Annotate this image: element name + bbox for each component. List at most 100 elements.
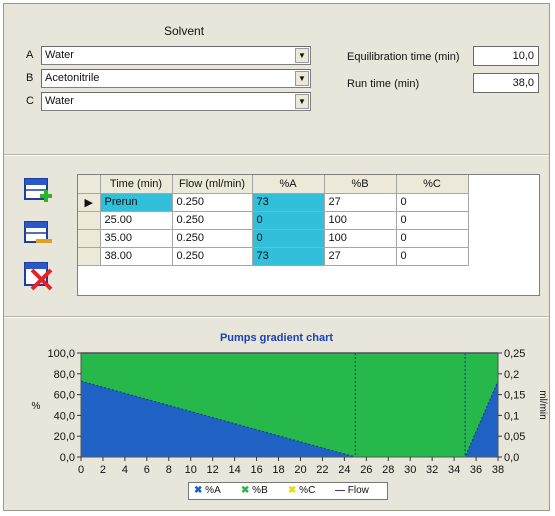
gradient-chart: 0,0 20,0 40,0 60,0 80,0 100,0 0,0 0,05 0,1 0,15 0,…	[32, 348, 548, 476]
y-tick-label: 80,0	[54, 369, 75, 381]
column-header-b[interactable]: %B	[324, 175, 397, 194]
column-header-flow[interactable]: Flow (ml/min)	[172, 175, 253, 194]
add-row-button[interactable]	[22, 176, 54, 208]
column-header-time[interactable]: Time (min)	[100, 175, 173, 194]
x-tick-label: 24	[338, 464, 350, 476]
y-tick-label: 20,0	[54, 431, 75, 443]
x-tick-label: 32	[426, 464, 438, 476]
gradient-editor-panel: Solvent A Water ▼ B Acetonitrile ▼ C Wat…	[3, 3, 550, 511]
legend-label-a: %A	[205, 485, 221, 496]
table-cell[interactable]: 73	[252, 193, 325, 212]
table-row[interactable]: ▶ Prerun 0.250 73 27 0	[78, 193, 469, 212]
gradient-table-grid: Time (min) Flow (ml/min) %A %B %C ▶ Prer…	[78, 175, 469, 266]
x-tick-label: 22	[316, 464, 328, 476]
x-tick-label: 14	[229, 464, 241, 476]
remove-row-button[interactable]	[22, 219, 54, 251]
table-cell[interactable]: 100	[324, 211, 397, 230]
row-indicator	[78, 229, 101, 248]
y2-tick-label: 0,2	[504, 369, 519, 381]
legend-label-b: %B	[252, 485, 268, 496]
y-tick-label: 0,0	[60, 452, 75, 464]
run-time-label: Run time (min)	[347, 78, 420, 90]
chart-title: Pumps gradient chart	[219, 332, 334, 344]
table-row[interactable]: 25.00 0.250 0 100 0	[78, 211, 469, 230]
solvent-c-select[interactable]: Water ▼	[41, 92, 311, 111]
add-row-icon	[24, 178, 52, 202]
remove-row-icon	[24, 221, 52, 243]
run-time-input[interactable]: 38,0	[473, 73, 539, 93]
solvent-a-select[interactable]: Water ▼	[41, 46, 311, 65]
solvent-c-value: Water	[45, 95, 74, 107]
y-tick-label: 100,0	[47, 348, 75, 360]
legend-swatch-c-icon: ✖	[288, 485, 297, 496]
chevron-down-icon[interactable]: ▼	[295, 94, 309, 109]
y2-tick-label: 0,0	[504, 452, 519, 464]
y2-tick-label: 0,15	[504, 390, 525, 402]
table-cell[interactable]: 0	[396, 229, 469, 248]
table-cell[interactable]: 0	[252, 211, 325, 230]
chevron-down-icon[interactable]: ▼	[295, 48, 309, 63]
column-header-a[interactable]: %A	[252, 175, 325, 194]
table-cell[interactable]: 0	[396, 193, 469, 212]
solvent-a-letter: A	[26, 49, 34, 61]
legend-item-b: ✖ %B	[241, 485, 268, 496]
solvent-b-letter: B	[26, 72, 34, 84]
table-cell[interactable]: 73	[252, 247, 325, 266]
legend-item-a: ✖ %A	[194, 485, 221, 496]
table-cell[interactable]: 0.250	[172, 247, 253, 266]
x-tick-label: 2	[100, 464, 106, 476]
x-tick-label: 12	[207, 464, 219, 476]
row-indicator	[78, 247, 101, 266]
x-tick-label: 0	[78, 464, 84, 476]
y2-tick-label: 0,05	[504, 431, 525, 443]
row-indicator	[78, 211, 101, 230]
legend-swatch-flow-icon: —	[335, 485, 345, 496]
solvent-b-value: Acetonitrile	[45, 72, 100, 84]
table-cell[interactable]: 27	[324, 247, 397, 266]
equilibration-time-label: Equilibration time (min)	[347, 51, 460, 63]
table-cell[interactable]: 0.250	[172, 193, 253, 212]
chart-legend: ✖ %A ✖ %B ✖ %C — Flow	[188, 482, 388, 500]
x-tick-label: 10	[185, 464, 197, 476]
section-divider	[4, 316, 549, 318]
table-header-row: Time (min) Flow (ml/min) %A %B %C	[78, 175, 469, 194]
y-tick-label: 60,0	[54, 390, 75, 402]
x-tick-label: 38	[492, 464, 504, 476]
solvent-b-select[interactable]: Acetonitrile ▼	[41, 69, 311, 88]
equilibration-time-input[interactable]: 10,0	[473, 46, 539, 66]
x-tick-label: 6	[144, 464, 150, 476]
table-cell[interactable]: 0	[396, 211, 469, 230]
legend-item-c: ✖ %C	[288, 485, 315, 496]
solvent-a-value: Water	[45, 49, 74, 61]
column-header-c[interactable]: %C	[396, 175, 469, 194]
x-tick-label: 28	[382, 464, 394, 476]
table-cell[interactable]: 27	[324, 193, 397, 212]
x-tick-label: 34	[448, 464, 460, 476]
table-row[interactable]: 35.00 0.250 0 100 0	[78, 229, 469, 248]
table-cell[interactable]: 100	[324, 229, 397, 248]
solvent-c-letter: C	[26, 95, 34, 107]
legend-item-flow: — Flow	[335, 485, 369, 496]
table-cell[interactable]: 35.00	[100, 229, 173, 248]
x-tick-label: 16	[250, 464, 262, 476]
x-tick-label: 36	[470, 464, 482, 476]
legend-label-flow: Flow	[347, 485, 369, 496]
table-cell[interactable]: 0	[252, 229, 325, 248]
legend-swatch-a-icon: ✖	[194, 485, 203, 496]
solvent-title: Solvent	[164, 24, 205, 38]
x-tick-label: 8	[166, 464, 172, 476]
y2-axis-label: ml/min	[537, 390, 548, 419]
y2-tick-label: 0,1	[504, 410, 519, 422]
table-cell[interactable]: 0.250	[172, 229, 253, 248]
delete-button[interactable]	[22, 260, 54, 292]
table-cell[interactable]: 0	[396, 247, 469, 266]
table-cell[interactable]: 0.250	[172, 211, 253, 230]
table-cell[interactable]: 25.00	[100, 211, 173, 230]
delete-icon	[24, 262, 53, 291]
legend-label-c: %C	[299, 485, 316, 496]
table-cell[interactable]: 38.00	[100, 247, 173, 266]
table-row[interactable]: 38.00 0.250 73 27 0	[78, 247, 469, 266]
x-tick-label: 18	[272, 464, 284, 476]
table-cell[interactable]: Prerun	[100, 193, 173, 212]
chevron-down-icon[interactable]: ▼	[295, 71, 309, 86]
